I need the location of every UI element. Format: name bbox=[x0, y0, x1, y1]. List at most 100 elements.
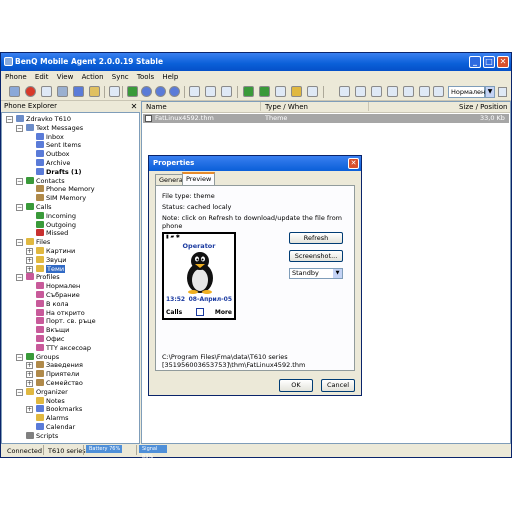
tree-item[interactable]: Profiles bbox=[26, 273, 60, 282]
tree-item[interactable]: Офис bbox=[36, 335, 64, 344]
tree-item[interactable]: Notes bbox=[36, 396, 65, 406]
tree-item[interactable]: Calls bbox=[26, 203, 52, 212]
restore-icon[interactable] bbox=[371, 86, 382, 97]
tree-item[interactable]: Phone Memory bbox=[36, 185, 95, 194]
cut-icon[interactable] bbox=[109, 86, 120, 97]
back-icon[interactable] bbox=[141, 86, 152, 97]
tree-expander-icon[interactable]: + bbox=[26, 265, 33, 273]
call-icon[interactable] bbox=[243, 86, 254, 97]
tree-item[interactable]: Картини bbox=[36, 247, 75, 256]
export-icon[interactable] bbox=[403, 86, 414, 97]
tree-item[interactable]: На открито bbox=[36, 308, 85, 318]
options-icon[interactable] bbox=[433, 86, 444, 97]
title-bar[interactable]: BenQ Mobile Agent 2.0.0.19 Stable _ □ ✕ bbox=[1, 53, 511, 71]
minimize-button[interactable]: _ bbox=[469, 56, 481, 68]
refresh-button[interactable]: Refresh bbox=[289, 232, 343, 244]
refresh-icon[interactable] bbox=[127, 86, 138, 97]
menu-action[interactable]: Action bbox=[82, 73, 104, 81]
tree-item[interactable]: Archive bbox=[36, 159, 70, 168]
tree-expander-icon[interactable]: − bbox=[16, 124, 23, 132]
menu-view[interactable]: View bbox=[57, 73, 74, 81]
tree-item[interactable]: TTY аксесоар bbox=[36, 343, 91, 353]
tree-expander-icon[interactable]: − bbox=[16, 204, 23, 211]
tree-expander-icon[interactable]: + bbox=[26, 380, 33, 387]
tree-item[interactable]: Organizer bbox=[26, 387, 68, 397]
list-icon[interactable] bbox=[221, 86, 232, 97]
tree-expander-icon[interactable]: + bbox=[26, 362, 33, 370]
chevron-down-icon[interactable]: ▼ bbox=[333, 269, 342, 278]
view-icon[interactable] bbox=[205, 86, 216, 97]
dialog-close-icon[interactable]: ✕ bbox=[348, 158, 359, 169]
forward-icon[interactable] bbox=[155, 86, 166, 97]
tree-expander-icon[interactable]: + bbox=[26, 371, 33, 379]
tree-expander-icon[interactable]: − bbox=[16, 239, 23, 247]
tree-item[interactable]: Заведения bbox=[36, 361, 83, 370]
close-button[interactable]: ✕ bbox=[497, 56, 509, 68]
contact-icon[interactable] bbox=[291, 86, 302, 97]
tree-item[interactable]: Събрание bbox=[36, 291, 80, 300]
sync-icon[interactable] bbox=[339, 86, 350, 97]
dialog-title-bar[interactable]: Properties ✕ bbox=[149, 156, 361, 171]
properties-icon[interactable] bbox=[189, 86, 200, 97]
tree-item[interactable]: Text Messages bbox=[26, 123, 83, 133]
up-icon[interactable] bbox=[169, 86, 180, 97]
mode-select[interactable]: Standby ▼ bbox=[289, 268, 343, 279]
tree-item[interactable]: Приятели bbox=[36, 370, 79, 379]
column-name[interactable]: Name bbox=[146, 102, 167, 113]
folder-icon[interactable] bbox=[89, 86, 100, 97]
tree-expander-icon[interactable]: − bbox=[16, 353, 23, 361]
dial-icon[interactable] bbox=[259, 86, 270, 97]
tree-item[interactable]: Inbox bbox=[36, 132, 64, 142]
tree-item[interactable]: Drafts (1) bbox=[36, 167, 82, 177]
send-icon[interactable] bbox=[73, 86, 84, 97]
menu-help[interactable]: Help bbox=[162, 73, 178, 81]
table-row[interactable]: FatLinux4592.thm Theme 33,0 Kb bbox=[143, 114, 509, 123]
disconnect-icon[interactable] bbox=[25, 86, 36, 97]
tree-expander-icon[interactable]: − bbox=[16, 274, 23, 282]
column-type[interactable]: Type / When bbox=[265, 102, 308, 113]
tree-item[interactable]: Нормален bbox=[36, 282, 80, 291]
tree-item[interactable]: Вкъщи bbox=[36, 326, 69, 335]
profile-settings-icon[interactable] bbox=[498, 87, 507, 97]
tree-item[interactable]: Incoming bbox=[36, 211, 76, 221]
tree-item[interactable]: Alarms bbox=[36, 414, 69, 423]
ok-button[interactable]: OK bbox=[279, 379, 313, 392]
column-size[interactable]: Size / Position bbox=[459, 102, 507, 113]
tree-expander-icon[interactable]: − bbox=[16, 177, 23, 185]
phone-icon[interactable] bbox=[9, 86, 20, 97]
import-icon[interactable] bbox=[387, 86, 398, 97]
tree-item[interactable]: Calendar bbox=[36, 423, 75, 432]
tree-item[interactable]: Семейство bbox=[36, 379, 83, 388]
tree-item[interactable]: Zdravko T610 bbox=[16, 115, 71, 124]
menu-phone[interactable]: Phone bbox=[5, 73, 27, 81]
menu-tools[interactable]: Tools bbox=[137, 73, 154, 81]
tree-item[interactable]: Порт. св. ръце bbox=[36, 317, 96, 326]
save-icon[interactable] bbox=[57, 86, 68, 97]
tree-item[interactable]: Files bbox=[26, 238, 50, 247]
screenshot-button[interactable]: Screenshot... bbox=[289, 250, 343, 262]
new-icon[interactable] bbox=[41, 86, 52, 97]
settings-icon[interactable] bbox=[419, 86, 430, 97]
tree-item[interactable]: Contacts bbox=[26, 176, 65, 186]
tree-expander-icon[interactable]: + bbox=[26, 248, 33, 255]
menu-edit[interactable]: Edit bbox=[35, 73, 49, 81]
backup-icon[interactable] bbox=[355, 86, 366, 97]
tree-expander-icon[interactable]: − bbox=[16, 388, 23, 396]
tree-expander-icon[interactable]: + bbox=[26, 406, 33, 414]
cancel-button[interactable]: Cancel bbox=[321, 379, 355, 392]
tree-item[interactable]: Missed bbox=[36, 229, 68, 238]
sms-icon[interactable] bbox=[275, 86, 286, 97]
maximize-button[interactable]: □ bbox=[483, 56, 495, 68]
tree-expander-icon[interactable]: − bbox=[6, 116, 13, 123]
tree-item[interactable]: Bookmarks bbox=[36, 405, 82, 414]
note-icon[interactable] bbox=[307, 86, 318, 97]
tree-item[interactable]: Groups bbox=[26, 352, 59, 362]
explorer-close-icon[interactable]: ✕ bbox=[129, 101, 139, 112]
tree-expander-icon[interactable]: + bbox=[26, 256, 33, 264]
tree-item[interactable]: Scripts bbox=[26, 431, 58, 441]
tree-item[interactable]: Sent Items bbox=[36, 141, 81, 150]
tree-item[interactable]: Звуци bbox=[36, 255, 67, 265]
tree-item[interactable]: Outbox bbox=[36, 150, 70, 159]
tab-preview[interactable]: Preview bbox=[182, 172, 216, 185]
tree-item[interactable]: SIM Memory bbox=[36, 194, 86, 203]
